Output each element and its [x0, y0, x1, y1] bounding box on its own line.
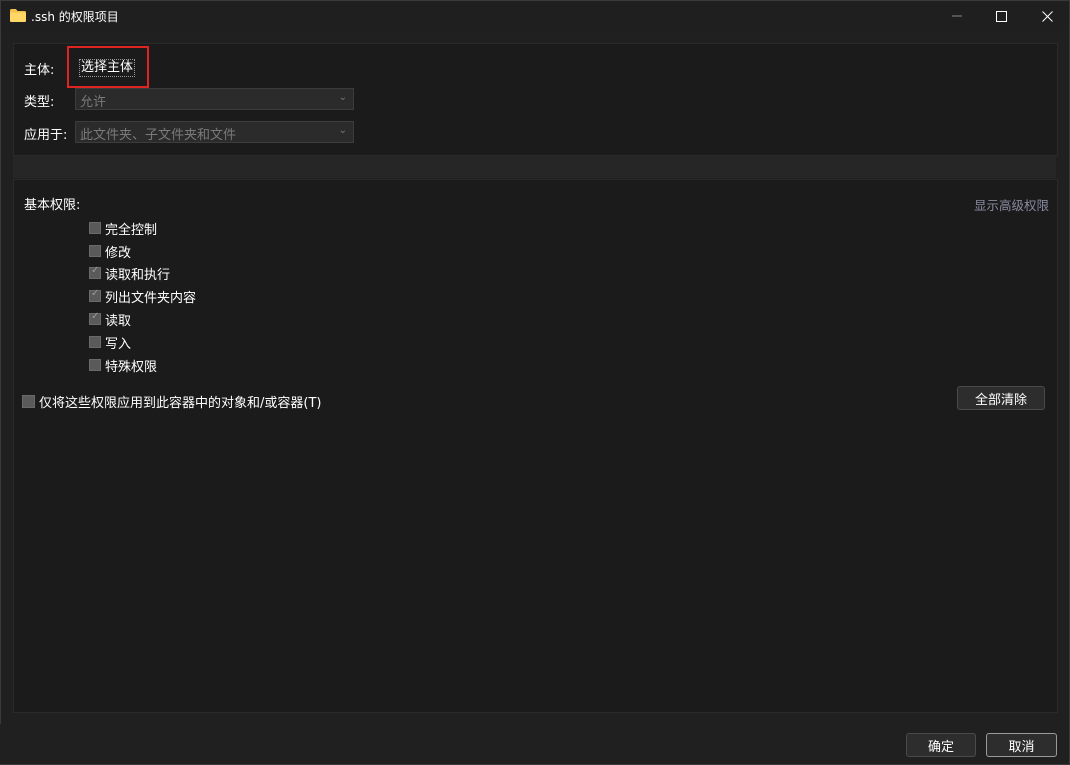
permission-label: 列出文件夹内容 — [105, 290, 197, 306]
permission-modify[interactable]: 修改 — [89, 242, 132, 261]
basic-permissions-label: 基本权限: — [24, 198, 81, 213]
folder-icon — [10, 9, 26, 22]
maximize-button[interactable] — [978, 1, 1024, 31]
clear-all-button[interactable]: 全部清除 — [957, 386, 1045, 410]
applies-to-label: 应用于: — [24, 128, 68, 143]
permission-label: 特殊权限 — [105, 359, 158, 375]
apply-only-to-container[interactable]: 仅将这些权限应用到此容器中的对象和/或容器(T) — [22, 392, 321, 411]
maximize-icon — [995, 10, 1007, 22]
checkbox[interactable] — [89, 311, 101, 325]
show-advanced-permissions-link[interactable]: 显示高级权限 — [974, 195, 1049, 214]
permission-special[interactable]: 特殊权限 — [89, 356, 158, 375]
permission-full-control[interactable]: 完全控制 — [89, 219, 158, 238]
minimize-button[interactable] — [934, 1, 980, 31]
checkbox[interactable] — [89, 359, 101, 371]
type-select[interactable]: 允许 ⌄ — [75, 88, 354, 110]
permission-read-execute[interactable]: 读取和执行 — [89, 264, 171, 283]
highlight-box — [67, 46, 149, 88]
permission-read[interactable]: 读取 — [89, 310, 132, 329]
checkbox[interactable] — [89, 288, 101, 302]
checkbox[interactable] — [22, 395, 35, 408]
minimize-icon — [952, 15, 962, 17]
ok-button[interactable]: 确定 — [906, 733, 976, 757]
window-title: .ssh 的权限项目 — [31, 10, 119, 24]
permission-label: 写入 — [105, 336, 132, 352]
principal-label: 主体: — [24, 63, 55, 78]
apply-only-label: 仅将这些权限应用到此容器中的对象和/或容器(T) — [39, 396, 322, 411]
close-icon — [1041, 10, 1053, 22]
checkbox[interactable] — [89, 336, 101, 348]
permission-label: 完全控制 — [105, 222, 158, 238]
permission-label: 读取 — [105, 313, 132, 329]
checkbox[interactable] — [89, 222, 101, 234]
separator-band — [13, 156, 1056, 178]
permissions-panel — [13, 179, 1058, 713]
applies-to-value: 此文件夹、子文件夹和文件 — [80, 128, 237, 143]
checkbox[interactable] — [89, 245, 101, 257]
permission-write[interactable]: 写入 — [89, 333, 132, 352]
cancel-button[interactable]: 取消 — [986, 733, 1057, 757]
type-label: 类型: — [24, 95, 55, 110]
chevron-down-icon: ⌄ — [338, 125, 347, 136]
permission-list-folder[interactable]: 列出文件夹内容 — [89, 287, 197, 306]
permission-label: 修改 — [105, 245, 132, 261]
type-value: 允许 — [80, 95, 107, 110]
checkbox[interactable] — [89, 265, 101, 279]
close-button[interactable] — [1024, 1, 1070, 31]
permission-label: 读取和执行 — [105, 267, 171, 283]
applies-to-select[interactable]: 此文件夹、子文件夹和文件 ⌄ — [75, 121, 354, 143]
title-bar: .ssh 的权限项目 — [1, 1, 1069, 31]
chevron-down-icon: ⌄ — [338, 92, 347, 103]
